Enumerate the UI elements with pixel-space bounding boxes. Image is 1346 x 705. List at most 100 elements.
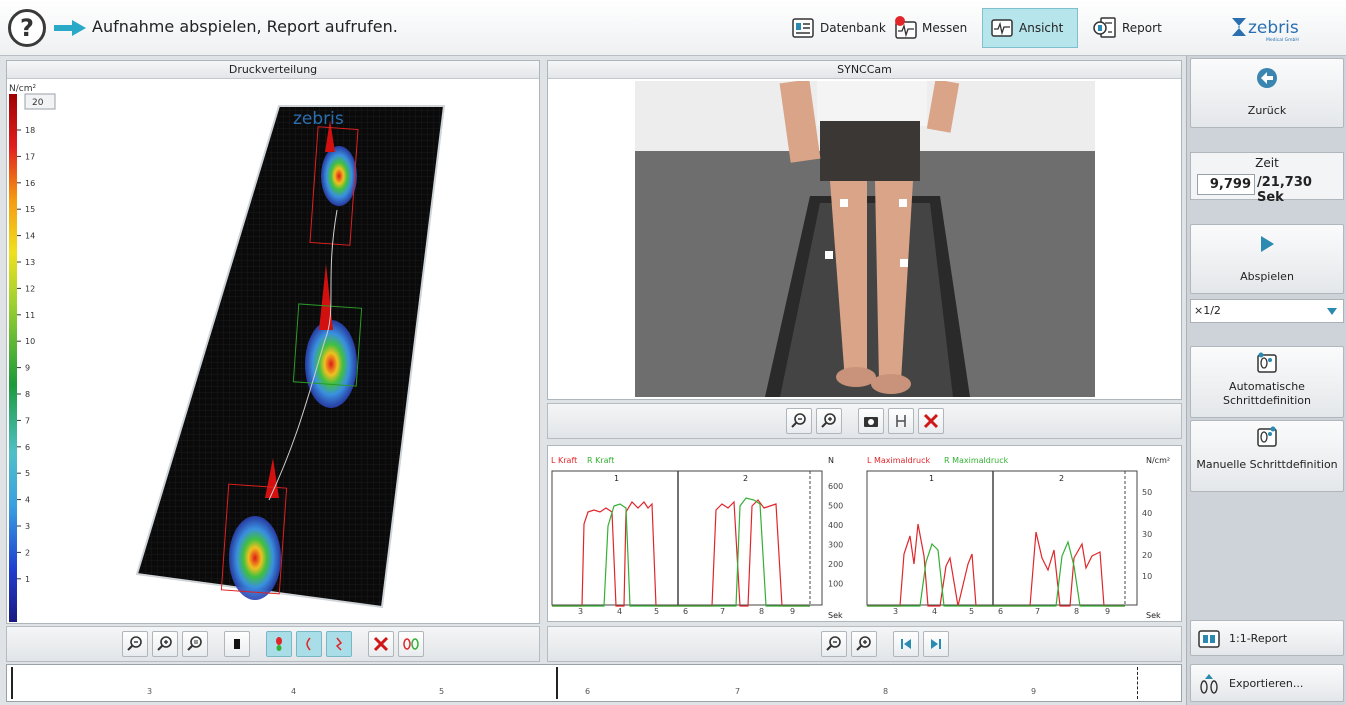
one-to-one-report-button[interactable]: 1:1-Report [1190,620,1344,656]
zoom-in-icon [855,636,871,651]
scale-tick-label: 7 [25,416,30,425]
color-scale-bar [9,94,17,622]
force-y-tick: 500 [828,502,843,511]
nav-view-button[interactable]: Ansicht [982,8,1078,48]
time-current-field[interactable]: 9,799 [1197,174,1255,195]
pressure-plate [135,105,446,609]
zoom-in-button[interactable] [152,631,178,657]
speed-select[interactable]: ×1/2 [1190,299,1344,323]
nav-measure-label: Messen [922,21,968,35]
pressure-x-tick: 6 [998,607,1003,616]
view-icon [991,19,1013,37]
nav-database-label: Datenbank [820,21,886,35]
pressure-y-ticks: 50 40 30 20 10 [1142,488,1152,581]
gait-line-toggle-button[interactable] [296,631,322,657]
scale-max-value: 20 [32,98,44,108]
time-total: /21,730 Sek [1257,175,1312,205]
swap-feet-icon [403,638,419,650]
back-label: Zurück [1247,104,1287,117]
back-button[interactable]: Zurück [1190,58,1344,128]
path-icon [335,637,343,651]
report-feet-icon [1198,630,1220,648]
remove-steps-button[interactable] [368,631,394,657]
pressure-legend-left: L Maximaldruck [867,456,931,465]
force-x-tick: 5 [654,607,659,616]
auto-step-definition-button[interactable]: Automatische Schrittdefinition [1190,346,1344,418]
force-step-label: 1 [614,474,619,483]
force-y-tick: 400 [828,521,843,530]
auto-step-icon [1257,352,1277,373]
speed-value: ×1/2 [1194,304,1221,317]
plate-view-button[interactable] [224,631,250,657]
app-window: ? Aufnahme abspielen, Report aufrufen. D… [0,0,1346,705]
zoom-out-button[interactable] [122,631,148,657]
play-label: Abspielen [1240,270,1294,283]
force-x-tick: 3 [578,607,583,616]
timeline-tick: 3 [147,687,153,696]
camera-toolbar [547,403,1182,439]
zoom-in-button[interactable] [815,408,842,434]
footprint-toggle-button[interactable] [266,631,292,657]
synccam-video[interactable] [635,81,1095,397]
report-label: 1:1-Report [1229,632,1288,645]
plate-logo: zebris [293,109,344,129]
pressure-visualization[interactable]: N/cm² 20 18 17 16 15 14 13 12 11 10 9 8 7 6 5 4 3 2 1 zeb… [7,80,539,624]
play-button[interactable]: Abspielen [1190,224,1344,294]
database-icon [792,18,814,38]
zoom-out-icon [127,636,142,651]
gait-path-toggle-button[interactable] [326,631,352,657]
chart-toolbar [547,626,1182,662]
svg-text:zebris: zebris [1248,18,1299,38]
swap-feet-button[interactable] [398,631,424,657]
pressure-panel-title: Druckverteilung [7,61,539,79]
mirror-button[interactable] [887,408,914,434]
next-frame-button[interactable] [922,631,949,657]
zoom-fit-button[interactable] [182,631,208,657]
pressure-toolbar [6,626,540,662]
scale-tick-label: 1 [25,575,30,584]
scale-tick-label: 13 [25,258,35,267]
svg-text:Medical GmbH: Medical GmbH [1266,37,1299,43]
manual-step-definition-button[interactable]: Manuelle Schrittdefinition [1190,420,1344,492]
export-button[interactable]: Exportieren... [1190,664,1344,702]
nav-database-button[interactable]: Datenbank [784,8,892,48]
remove-foot-icon [373,636,389,652]
scale-tick-label: 6 [25,443,30,452]
previous-frame-button[interactable] [892,631,919,657]
force-legend-left: L Kraft [551,456,577,465]
nav-report-button[interactable]: Report [1086,8,1168,48]
force-x-tick: 6 [683,607,688,616]
snapshot-button[interactable] [857,408,884,434]
force-y-ticks: 600 500 400 300 200 100 [828,482,843,589]
play-icon [1261,236,1274,252]
nav-report-label: Report [1122,21,1162,35]
top-bar: ? Aufnahme abspielen, Report aufrufen. D… [0,0,1346,56]
chart-zoom-out-button[interactable] [820,631,847,657]
force-plot-area [551,470,823,606]
gait-charts[interactable]: L Kraft R Kraft N 1 2 600 500 400 300 200 100… [548,446,1181,621]
nav-measure-button[interactable]: Messen [886,8,973,48]
pressure-x-tick: 7 [1035,607,1040,616]
pressure-y-tick: 20 [1142,551,1152,560]
step-back-icon [900,639,911,649]
timeline-cursor[interactable] [1137,667,1138,699]
timeline-step-marker [556,667,558,699]
report-icon [1093,17,1116,38]
chart-zoom-in-button[interactable] [850,631,877,657]
force-x-ticks: 3 4 5 6 7 8 9 [578,607,795,616]
zoom-out-icon [790,413,806,428]
pressure-y-tick: 30 [1142,530,1152,539]
step-forward-icon [930,639,941,649]
pressure-x-tick: 5 [969,607,974,616]
zoom-out-button[interactable] [785,408,812,434]
timeline-slider[interactable]: 3 4 5 6 7 8 9 [6,664,1182,702]
scale-tick-label: 12 [25,284,35,293]
help-button[interactable]: ? [8,9,46,47]
zoom-in-icon [820,413,836,428]
pressure-x-tick: 3 [893,607,898,616]
zoom-in-icon [157,636,172,651]
pressure-x-unit: Sek [1146,611,1161,620]
remove-video-button[interactable] [917,408,944,434]
zebris-logo: zebris Medical GmbH [1232,18,1299,43]
pressure-y-tick: 50 [1142,488,1152,497]
